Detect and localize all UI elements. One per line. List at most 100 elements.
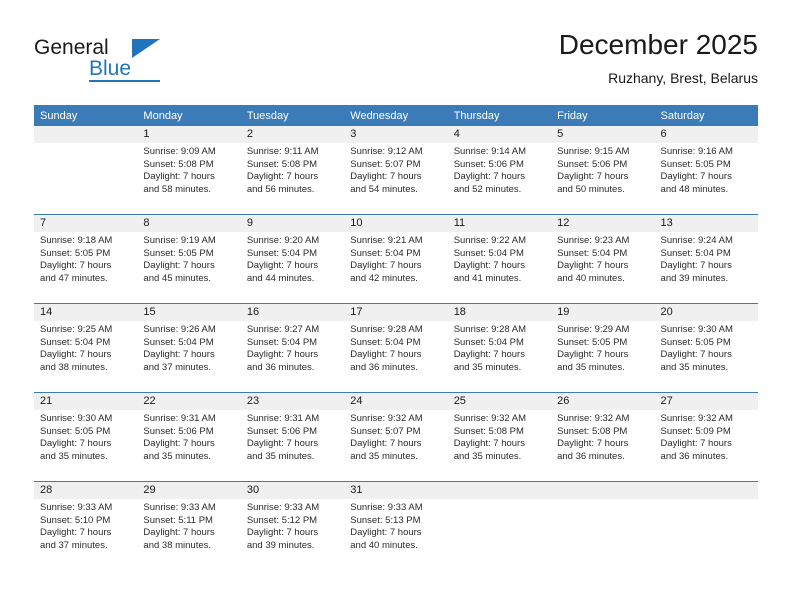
day-details: Sunrise: 9:33 AM Sunset: 5:10 PM Daylight:…	[34, 499, 137, 552]
calendar-day-cell	[447, 481, 552, 570]
day-detail-line: Daylight: 7 hours	[350, 171, 422, 183]
day-details: Sunrise: 9:19 AM Sunset: 5:05 PM Daylight:…	[137, 232, 240, 285]
calendar-page: General Blue December 2025 Ruzhany, Bres…	[0, 0, 792, 612]
day-detail-line: and 56 minutes.	[246, 183, 315, 195]
day-detail-line: and 40 minutes.	[557, 272, 625, 284]
day-detail-line: Sunrise: 9:19 AM	[143, 235, 216, 246]
calendar-day-cell[interactable]: 29 Sunrise: 9:33 AM Sunset: 5:11 PM Dayligh…	[137, 481, 241, 570]
calendar-day-cell[interactable]: 11 Sunrise: 9:22 AM Sunset: 5:04 PM Dayligh…	[447, 214, 552, 304]
calendar-day-cell[interactable]: 16 Sunrise: 9:27 AM Sunset: 5:04 PM Dayligh…	[240, 303, 345, 393]
day-detail-line: Sunset: 5:04 PM	[246, 247, 318, 259]
day-number: 20	[654, 304, 758, 321]
day-detail-line: Daylight: 7 hours	[246, 527, 319, 539]
day-detail-line: Sunset: 5:05 PM	[557, 336, 628, 348]
calendar-day-cell[interactable]: 9 Sunrise: 9:20 AM Sunset: 5:04 PM Daylight…	[240, 214, 345, 304]
day-details: Sunrise: 9:12 AM Sunset: 5:07 PM Daylight:…	[344, 143, 447, 196]
title-block: December 2025 Ruzhany, Brest, Belarus	[559, 28, 758, 88]
calendar-day-cell[interactable]: 15 Sunrise: 9:26 AM Sunset: 5:04 PM Dayligh…	[137, 303, 241, 393]
calendar-day-cell[interactable]: 7 Sunrise: 9:18 AM Sunset: 5:05 PM Daylight…	[34, 214, 138, 304]
day-detail-line: Daylight: 7 hours	[557, 260, 629, 272]
day-number	[551, 482, 655, 499]
day-cell-inner	[654, 482, 758, 570]
day-number: 12	[551, 215, 655, 232]
day-detail-line: and 35 minutes.	[246, 450, 315, 462]
calendar-day-cell[interactable]: 14 Sunrise: 9:25 AM Sunset: 5:04 PM Dayligh…	[34, 303, 138, 393]
day-details: Sunrise: 9:18 AM Sunset: 5:05 PM Daylight:…	[34, 232, 137, 285]
day-detail-line: Sunset: 5:05 PM	[40, 247, 111, 259]
day-detail-line: Sunrise: 9:16 AM	[660, 146, 733, 157]
calendar-day-cell[interactable]: 6 Sunrise: 9:16 AM Sunset: 5:05 PM Daylight…	[654, 126, 758, 215]
day-cell-inner	[447, 482, 552, 570]
calendar-day-cell[interactable]: 24 Sunrise: 9:32 AM Sunset: 5:07 PM Dayligh…	[344, 392, 448, 482]
calendar-day-cell[interactable]: 27 Sunrise: 9:32 AM Sunset: 5:09 PM Dayligh…	[654, 392, 758, 482]
day-detail-line: Sunrise: 9:28 AM	[453, 324, 527, 335]
day-number: 24	[344, 393, 448, 410]
day-number: 17	[344, 304, 448, 321]
day-number: 3	[344, 126, 448, 143]
calendar-day-cell[interactable]: 10 Sunrise: 9:21 AM Sunset: 5:04 PM Dayligh…	[344, 214, 448, 304]
day-cell-inner: 6 Sunrise: 9:16 AM Sunset: 5:05 PM Daylight…	[654, 126, 758, 214]
calendar-day-cell[interactable]: 26 Sunrise: 9:32 AM Sunset: 5:08 PM Dayligh…	[551, 392, 655, 482]
day-detail-line: and 35 minutes.	[660, 361, 729, 373]
day-detail-line: Sunrise: 9:31 AM	[143, 413, 216, 424]
calendar-day-cell[interactable]: 19 Sunrise: 9:29 AM Sunset: 5:05 PM Dayligh…	[551, 303, 655, 393]
day-number: 6	[654, 126, 758, 143]
calendar-day-cell[interactable]: 17 Sunrise: 9:28 AM Sunset: 5:04 PM Dayligh…	[344, 303, 448, 393]
calendar-day-cell[interactable]: 2 Sunrise: 9:11 AM Sunset: 5:08 PM Daylight…	[240, 126, 345, 215]
day-cell-inner: 25 Sunrise: 9:32 AM Sunset: 5:08 PM Dayligh…	[447, 393, 552, 481]
day-cell-inner: 16 Sunrise: 9:27 AM Sunset: 5:04 PM Dayligh…	[240, 304, 345, 392]
day-details: Sunrise: 9:33 AM Sunset: 5:11 PM Daylight:…	[137, 499, 240, 552]
day-detail-line: Sunset: 5:07 PM	[350, 158, 421, 170]
day-detail-line: Daylight: 7 hours	[40, 438, 112, 450]
day-details: Sunrise: 9:32 AM Sunset: 5:08 PM Daylight:…	[551, 410, 654, 463]
weekday-header-wednesday: Wednesday	[344, 105, 448, 126]
calendar-day-cell[interactable]: 25 Sunrise: 9:32 AM Sunset: 5:08 PM Dayligh…	[447, 392, 552, 482]
brand-underline	[89, 80, 160, 82]
calendar-day-cell[interactable]: 18 Sunrise: 9:28 AM Sunset: 5:04 PM Dayligh…	[447, 303, 552, 393]
day-details: Sunrise: 9:29 AM Sunset: 5:05 PM Daylight:…	[551, 321, 654, 374]
calendar-day-cell[interactable]: 12 Sunrise: 9:23 AM Sunset: 5:04 PM Dayligh…	[551, 214, 655, 304]
day-details: Sunrise: 9:14 AM Sunset: 5:06 PM Daylight:…	[448, 143, 551, 196]
calendar-day-cell[interactable]: 1 Sunrise: 9:09 AM Sunset: 5:08 PM Daylight…	[137, 126, 241, 215]
calendar-week-row: 14 Sunrise: 9:25 AM Sunset: 5:04 PM Dayligh…	[34, 303, 758, 393]
day-number: 19	[551, 304, 655, 321]
day-detail-line: Sunrise: 9:14 AM	[453, 146, 527, 157]
day-detail-line: Sunset: 5:04 PM	[40, 336, 111, 348]
calendar-day-cell[interactable]: 31 Sunrise: 9:33 AM Sunset: 5:13 PM Dayligh…	[344, 481, 448, 570]
day-detail-line: Daylight: 7 hours	[350, 349, 422, 361]
weekday-header-sunday: Sunday	[34, 105, 138, 126]
calendar-day-cell[interactable]: 28 Sunrise: 9:33 AM Sunset: 5:10 PM Dayligh…	[34, 481, 138, 570]
calendar-day-cell[interactable]: 4 Sunrise: 9:14 AM Sunset: 5:06 PM Daylight…	[447, 126, 552, 215]
day-detail-line: Daylight: 7 hours	[246, 260, 319, 272]
day-cell-inner	[551, 482, 655, 570]
day-detail-line: Sunrise: 9:32 AM	[453, 413, 527, 424]
day-detail-line: Sunset: 5:12 PM	[246, 514, 318, 526]
day-details: Sunrise: 9:31 AM Sunset: 5:06 PM Daylight:…	[241, 410, 344, 463]
calendar-day-cell[interactable]: 8 Sunrise: 9:19 AM Sunset: 5:05 PM Daylight…	[137, 214, 241, 304]
day-detail-line: Daylight: 7 hours	[40, 349, 112, 361]
calendar-day-cell[interactable]: 3 Sunrise: 9:12 AM Sunset: 5:07 PM Daylight…	[344, 126, 448, 215]
sunrise-sunset-calendar: Sunday Monday Tuesday Wednesday Thursday…	[34, 105, 758, 570]
day-detail-line: Daylight: 7 hours	[246, 438, 319, 450]
day-cell-inner: 12 Sunrise: 9:23 AM Sunset: 5:04 PM Dayligh…	[551, 215, 655, 303]
day-details: Sunrise: 9:27 AM Sunset: 5:04 PM Daylight:…	[241, 321, 344, 374]
day-details: Sunrise: 9:23 AM Sunset: 5:04 PM Daylight:…	[551, 232, 654, 285]
calendar-day-cell[interactable]: 5 Sunrise: 9:15 AM Sunset: 5:06 PM Daylight…	[551, 126, 655, 215]
day-number: 16	[240, 304, 345, 321]
calendar-day-cell[interactable]: 22 Sunrise: 9:31 AM Sunset: 5:06 PM Dayligh…	[137, 392, 241, 482]
day-cell-inner: 20 Sunrise: 9:30 AM Sunset: 5:05 PM Dayligh…	[654, 304, 758, 392]
calendar-day-cell[interactable]: 13 Sunrise: 9:24 AM Sunset: 5:04 PM Dayligh…	[654, 214, 758, 304]
day-details: Sunrise: 9:16 AM Sunset: 5:05 PM Daylight:…	[655, 143, 758, 196]
calendar-day-cell[interactable]: 30 Sunrise: 9:33 AM Sunset: 5:12 PM Dayligh…	[240, 481, 345, 570]
calendar-day-cell[interactable]: 23 Sunrise: 9:31 AM Sunset: 5:06 PM Dayligh…	[240, 392, 345, 482]
calendar-day-cell[interactable]: 21 Sunrise: 9:30 AM Sunset: 5:05 PM Dayligh…	[34, 392, 138, 482]
weekday-header-row: Sunday Monday Tuesday Wednesday Thursday…	[34, 105, 758, 126]
day-detail-line: Sunrise: 9:30 AM	[40, 413, 113, 424]
day-detail-line: and 35 minutes.	[557, 361, 625, 373]
general-blue-logo: General Blue	[34, 36, 224, 88]
calendar-day-cell[interactable]: 20 Sunrise: 9:30 AM Sunset: 5:05 PM Dayligh…	[654, 303, 758, 393]
day-details: Sunrise: 9:25 AM Sunset: 5:04 PM Daylight:…	[34, 321, 137, 374]
day-detail-line: Sunrise: 9:29 AM	[557, 324, 630, 335]
day-details: Sunrise: 9:15 AM Sunset: 5:06 PM Daylight:…	[551, 143, 654, 196]
day-detail-line: and 40 minutes.	[350, 539, 418, 551]
